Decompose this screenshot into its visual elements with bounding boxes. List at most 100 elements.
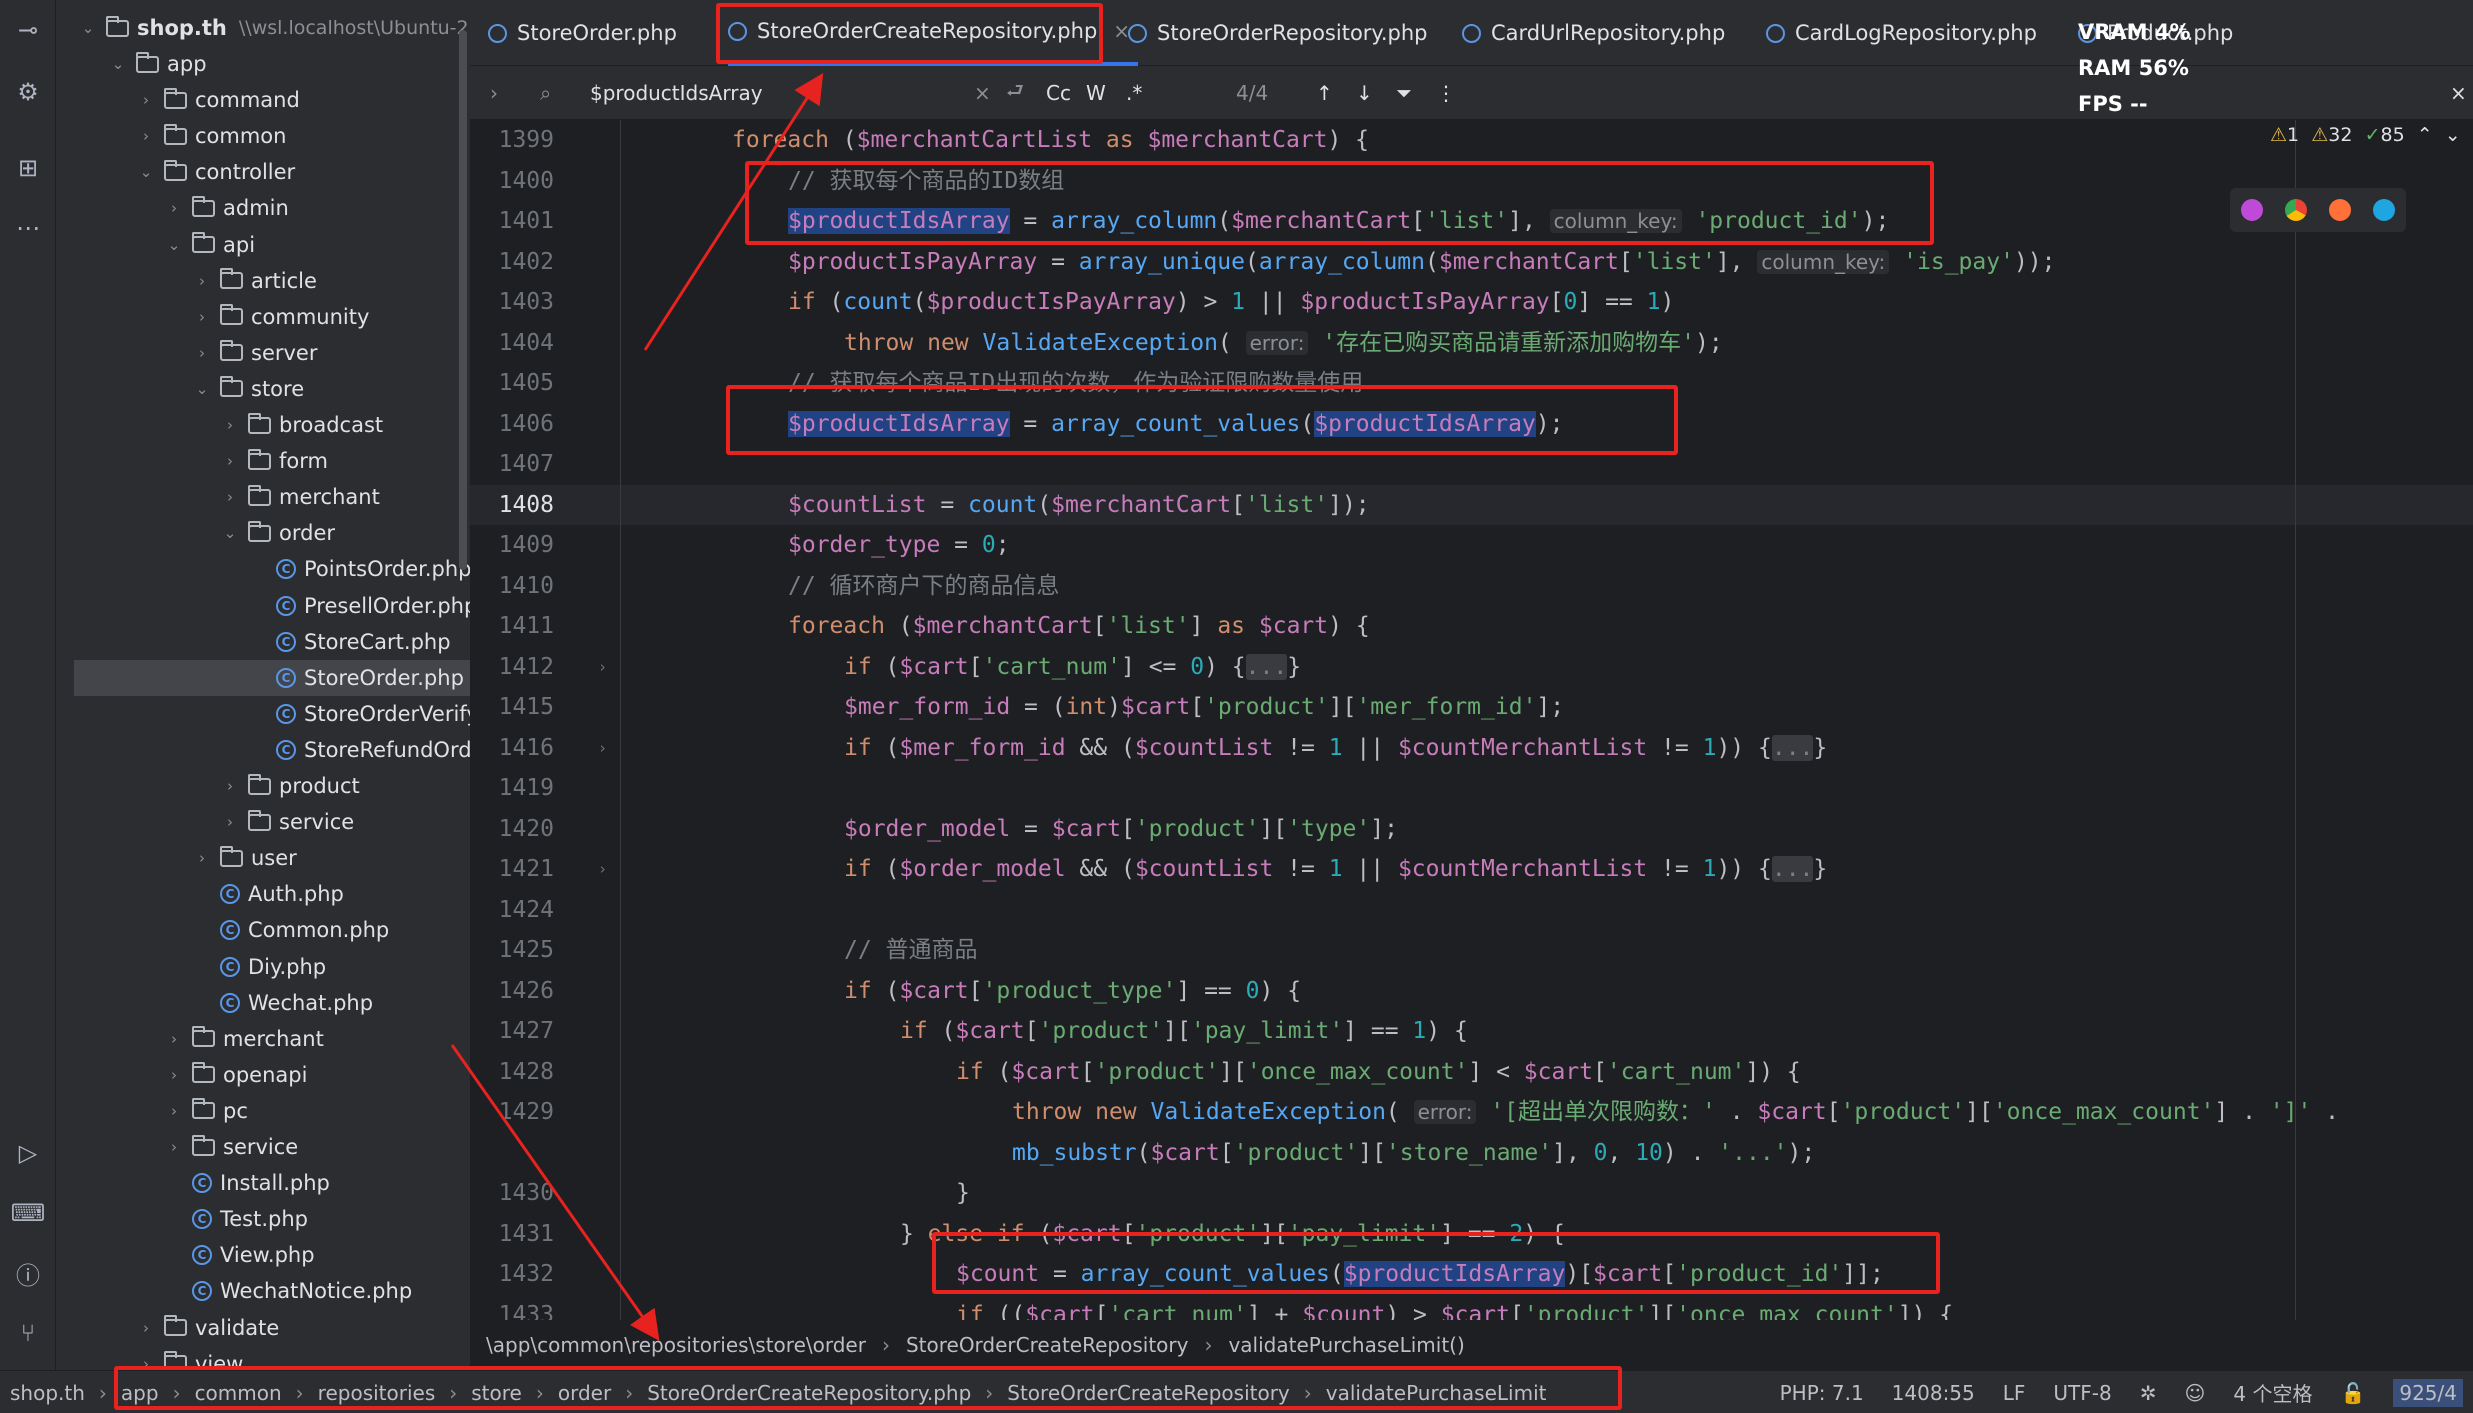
chevron-right-icon[interactable]: › [218,416,242,434]
status-crumb[interactable]: repositories [318,1381,436,1405]
chevron-right-icon[interactable]: › [134,91,158,109]
inspection-widget[interactable]: ⚠1 ⚠32 ✓85 ⌃ ⌄ [2270,124,2461,146]
fold-chevron-icon[interactable]: › [598,647,607,688]
code-line[interactable]: 1431} else if ($cart['product']['pay_lim… [470,1214,2473,1255]
structure-icon[interactable]: ⊞ [10,150,46,186]
line-separator[interactable]: LF [2003,1381,2026,1405]
chevron-right-icon[interactable]: › [190,272,214,290]
clear-search-icon[interactable]: × [974,66,991,120]
status-crumb[interactable]: shop.th [10,1381,85,1405]
tree-file[interactable]: C StoreCart.php [56,624,451,660]
chevron-right-icon[interactable]: › [162,1138,186,1156]
search-icon[interactable]: ⌕ [540,66,551,120]
code-line[interactable]: 1399 foreach ($merchantCartList as $merch… [470,120,2473,161]
tree-folder[interactable]: ⌄ api [56,227,255,263]
chevron-down-icon[interactable]: ⌄ [218,524,242,542]
code-line[interactable]: 1416 › if ($mer_form_id && ($countList != … [470,728,2473,769]
indent-setting[interactable]: 4 个空格 [2233,1378,2312,1407]
tree-folder[interactable]: › common [56,118,286,154]
code-line[interactable]: 1411 foreach ($merchantCart['list'] as $c… [470,606,2473,647]
status-crumb[interactable]: StoreOrderCreateRepository [1007,1381,1290,1405]
code-line[interactable]: 1419 [470,768,2473,809]
code-line[interactable]: 1421 › if ($order_model && ($countList != … [470,849,2473,890]
code-line[interactable]: 1408 $countList = count($merchantCart['li… [470,484,2473,525]
git-icon[interactable]: ⑂ [10,1315,46,1351]
tree-file[interactable]: C StoreRefundOrder [56,732,470,768]
tree-file[interactable]: C PointsOrder.php [56,551,470,587]
tab-card-log-repository[interactable]: CardLogRepository.php [1766,0,2037,66]
more-icon[interactable]: ⋯ [10,210,46,246]
debug-icon[interactable]: ✲ [2140,1381,2157,1405]
tree-folder[interactable]: ⌄ controller [56,154,295,190]
code-line[interactable]: 1430} [470,1173,2473,1214]
tree-file[interactable]: C Auth.php [56,876,344,912]
code-line[interactable]: 1424 [470,890,2473,931]
tree-folder[interactable]: › form [56,443,328,479]
close-find-icon[interactable]: × [2450,66,2467,120]
code-line[interactable]: 1412 › if ($cart['cart_num'] <= 0) {...} [470,647,2473,688]
commit-icon[interactable]: ⊸ [10,12,46,48]
chevron-right-icon[interactable]: › [162,1102,186,1120]
chevron-right-icon[interactable]: › [162,1030,186,1048]
chevron-right-icon[interactable]: › [134,1319,158,1337]
breadcrumb-namespace[interactable]: \app\common\repositories\store\order [486,1333,866,1357]
file-encoding[interactable]: UTF-8 [2053,1381,2111,1405]
chevron-right-icon[interactable]: › [218,488,242,506]
tree-file[interactable]: C Common.php [56,912,389,948]
php-level[interactable]: PHP: 7.1 [1780,1381,1864,1405]
tree-file[interactable]: C WechatNotice.php [56,1273,412,1309]
chevron-down-icon[interactable]: ⌄ [2445,124,2461,146]
chevron-down-icon[interactable]: ⌄ [162,236,186,254]
chevron-right-icon[interactable]: › [190,849,214,867]
tree-folder[interactable]: › command [56,82,300,118]
code-line[interactable]: 1415 $mer_form_id = (int)$cart['product']… [470,687,2473,728]
tree-folder[interactable]: › merchant [56,1021,324,1057]
tab-store-order-repository[interactable]: StoreOrderRepository.php [1128,0,1428,66]
tree-file[interactable]: C StoreOrder.php [74,659,470,696]
chevron-right-icon[interactable]: › [218,452,242,470]
replace-toggle-icon[interactable]: ⮐ [1006,66,1024,120]
chevron-right-icon[interactable]: › [162,199,186,217]
tree-folder[interactable]: › community [56,299,369,335]
chevron-right-icon[interactable]: › [190,344,214,362]
code-line[interactable]: 1400 // 获取每个商品的ID数组 [470,161,2473,202]
tree-folder[interactable]: › server [56,335,317,371]
code-line[interactable]: 1405 // 获取每个商品ID出现的次数，作为验证限购数量使用 [470,363,2473,404]
run-icon[interactable]: ▷ [10,1135,46,1171]
firefox-icon[interactable] [2329,199,2351,221]
ai-assistant-icon[interactable]: ⚙ [10,74,46,110]
code-line[interactable]: 1402 $productIsPayArray = array_unique(ar… [470,242,2473,283]
status-crumb[interactable]: StoreOrderCreateRepository.php [647,1381,971,1405]
copilot-icon[interactable]: ☺ [2185,1381,2206,1405]
code-line[interactable]: 1432 $count = array_count_values($product… [470,1254,2473,1295]
code-line[interactable]: 1410 // 循环商户下的商品信息 [470,566,2473,607]
status-crumb[interactable]: order [558,1381,611,1405]
chevron-right-icon[interactable]: › [134,127,158,145]
chevron-down-icon[interactable]: ⌄ [190,380,214,398]
tree-file[interactable]: C Test.php [56,1201,308,1237]
tab-card-url-repository[interactable]: CardUrlRepository.php [1462,0,1725,66]
status-crumb[interactable]: store [471,1381,522,1405]
code-line[interactable]: 1425 // 普通商品 [470,930,2473,971]
caret-position[interactable]: 1408:55 [1892,1381,1975,1405]
tree-folder[interactable]: › product [56,768,360,804]
lock-icon[interactable]: 🔓 [2340,1381,2365,1405]
breadcrumb-method[interactable]: validatePurchaseLimit() [1228,1333,1464,1357]
fold-chevron-icon[interactable]: › [598,849,607,890]
tree-folder[interactable]: › view [56,1346,243,1370]
tree-root[interactable]: ⌄ shop.th \\wsl.localhost\Ubuntu-22.( [76,10,470,46]
tab-store-order-create-repository[interactable]: StoreOrderCreateRepository.php × [728,0,1139,66]
code-line[interactable]: 1426 if ($cart['product_type'] == 0) { [470,971,2473,1012]
code-editor[interactable]: 1399 foreach ($merchantCartList as $merch… [470,120,2473,1320]
code-line[interactable]: 1427 if ($cart['product']['pay_limit'] ==… [470,1011,2473,1052]
code-line[interactable]: 1407 [470,444,2473,485]
tree-folder[interactable]: › openapi [56,1057,307,1093]
regex-button[interactable]: .* [1126,66,1142,120]
chevron-right-icon[interactable]: › [218,777,242,795]
phpstorm-icon[interactable] [2241,199,2263,221]
problems-icon[interactable]: ⓘ [10,1255,46,1291]
code-line[interactable]: 1404 throw new ValidateException( error: … [470,323,2473,364]
tree-file[interactable]: C StoreOrderVerify.p [56,696,470,732]
filter-icon[interactable]: ⏷ [1396,66,1412,120]
match-case-button[interactable]: Cc [1046,66,1071,120]
